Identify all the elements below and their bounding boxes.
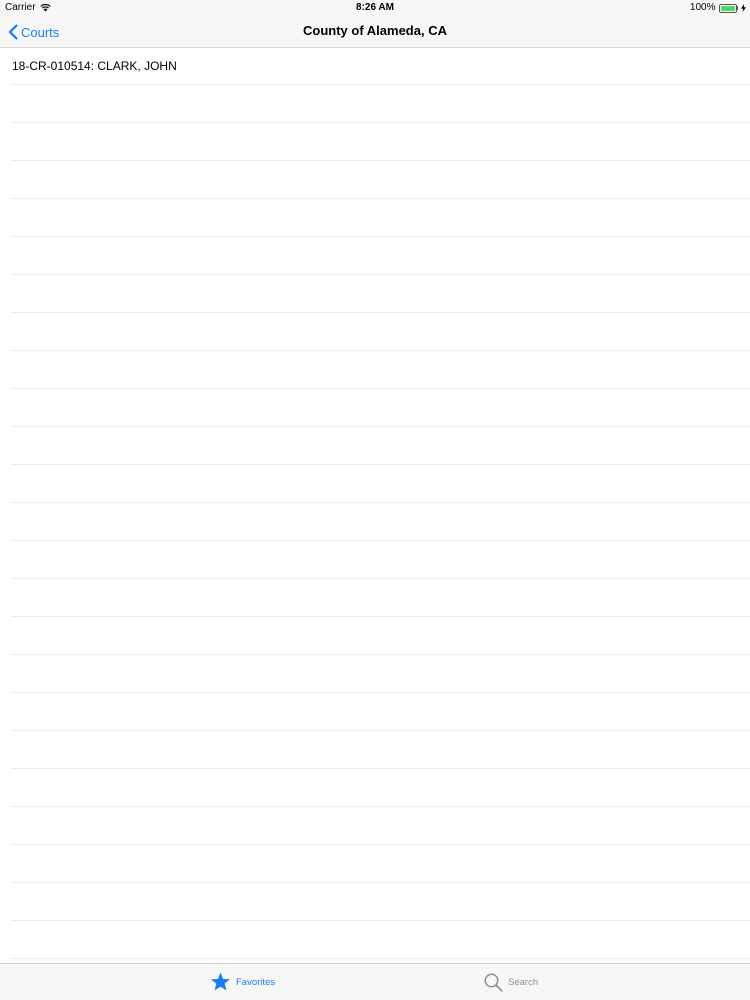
empty-row (12, 313, 750, 351)
tab-search[interactable]: Search (484, 964, 538, 1000)
list-item-label: 18-CR-010514: CLARK, JOHN (12, 59, 177, 73)
screen: Carrier 8:26 AM 100% Courts County of Al… (0, 0, 750, 1000)
empty-row (12, 541, 750, 579)
status-bar: Carrier 8:26 AM 100% (0, 0, 750, 16)
empty-row (12, 161, 750, 199)
empty-row (12, 731, 750, 769)
charging-bolt-icon (741, 4, 746, 12)
status-right: 100% (690, 0, 746, 16)
navigation-bar: Courts County of Alameda, CA (0, 16, 750, 48)
empty-row (12, 465, 750, 503)
battery-percent: 100% (689, 2, 716, 13)
list-item[interactable]: 18-CR-010514: CLARK, JOHN (12, 48, 750, 85)
tab-favorites-label: Favorites (236, 976, 276, 988)
page-title: County of Alameda, CA (303, 23, 447, 38)
tab-bar: Favorites Search (0, 963, 750, 1000)
empty-row (12, 199, 750, 237)
empty-row (12, 85, 750, 123)
empty-row (12, 655, 750, 693)
empty-row (12, 693, 750, 731)
favorites-list: 18-CR-010514: CLARK, JOHN (0, 48, 750, 963)
battery-nub (736, 6, 738, 10)
empty-row (12, 617, 750, 655)
empty-row (12, 807, 750, 845)
battery-fill (720, 5, 735, 11)
status-time: 8:26 AM (356, 2, 394, 13)
empty-row (12, 503, 750, 541)
empty-row (12, 237, 750, 275)
battery-icon (718, 3, 738, 13)
battery-body (718, 3, 737, 13)
tab-search-label: Search (508, 976, 539, 988)
empty-row (12, 351, 750, 389)
empty-row (12, 123, 750, 161)
star-icon (210, 972, 231, 991)
empty-row (12, 883, 750, 921)
search-icon (484, 973, 503, 992)
empty-row (12, 389, 750, 427)
empty-row (12, 427, 750, 465)
empty-row (12, 845, 750, 883)
empty-row (12, 579, 750, 617)
empty-row (12, 769, 750, 807)
tab-favorites[interactable]: Favorites (210, 964, 275, 1000)
empty-row (12, 921, 750, 959)
empty-row (12, 275, 750, 313)
